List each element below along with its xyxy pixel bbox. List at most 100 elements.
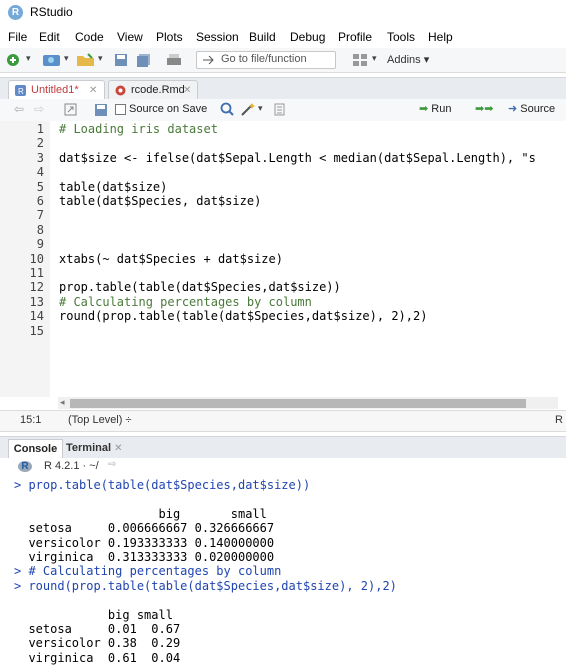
tab-rcode-rmd[interactable]: rcode.Rmd ✕ [108, 80, 198, 100]
menu-plots[interactable]: Plots [156, 30, 183, 44]
tab-terminal[interactable]: Terminal ✕ [66, 439, 122, 458]
code-line[interactable]: table(dat$size) [59, 180, 167, 194]
console-output-line: virginica 0.313333333 0.020000000 [14, 550, 275, 564]
console-output-line: versicolor 0.38 0.29 [14, 636, 181, 651]
line-number: 1 [36, 122, 44, 136]
source-on-save-checkbox[interactable] [115, 104, 126, 115]
rerun-icon[interactable]: ➡➡ [475, 102, 493, 116]
code-line[interactable]: prop.table(table(dat$Species,dat$size)) [59, 280, 341, 294]
chevron-down-icon[interactable]: ▾ [64, 53, 69, 67]
forward-arrow-icon[interactable]: ⇨ [34, 102, 44, 116]
close-icon[interactable]: ✕ [183, 81, 191, 100]
menu-bar: File Edit Code View Plots Session Build … [0, 28, 566, 48]
r-script-icon: R [15, 85, 26, 96]
title-bar: R RStudio [0, 0, 566, 26]
source-on-save-label: Source on Save [129, 103, 208, 115]
line-number: 4 [36, 165, 44, 180]
editor-toolbar: ⇦ ⇨ Source on Save ▾ ➡ Run ➡➡ ➜ Source [0, 99, 566, 122]
menu-build[interactable]: Build [249, 30, 276, 44]
line-number: 9 [36, 237, 44, 252]
window-title: RStudio [30, 5, 73, 19]
r-logo-icon: R [18, 461, 32, 472]
line-number: 11 [29, 266, 44, 280]
console-tab-bar: Console Terminal ✕ [0, 436, 566, 459]
menu-help[interactable]: Help [428, 30, 453, 44]
menu-session[interactable]: Session [196, 30, 239, 44]
save-icon[interactable] [114, 53, 128, 67]
new-file-icon[interactable] [6, 53, 20, 67]
line-number-gutter: 1 2 3 4 5 6 7 8 9 10 11 12 13 14 15 [0, 121, 50, 397]
console-output-line: setosa 0.006666667 0.326666667 [14, 521, 275, 536]
source-label: Source [520, 103, 556, 115]
rstudio-logo-icon: R [8, 5, 23, 20]
menu-view[interactable]: View [117, 30, 143, 44]
chevron-down-icon[interactable]: ▾ [26, 53, 31, 67]
tab-console[interactable]: Console [8, 439, 63, 459]
file-type-selector[interactable]: R [555, 414, 563, 426]
horizontal-scrollbar[interactable]: ◂ [58, 397, 558, 409]
line-number: 3 [36, 150, 44, 165]
goto-file-input[interactable]: Go to file/function [196, 51, 336, 69]
run-arrow-icon: ➡ [419, 103, 429, 115]
addins-menu[interactable]: Addins ▾ [387, 53, 429, 66]
rmarkdown-icon [115, 85, 126, 96]
console-input-line: > prop.table(table(dat$Species,dat$size)… [14, 478, 311, 492]
addins-label: Addins [387, 54, 421, 66]
code-line[interactable]: dat$size <- ifelse(dat$Sepal.Length < me… [59, 151, 536, 165]
print-icon[interactable] [166, 53, 182, 67]
tab-label: rcode.Rmd [131, 84, 185, 96]
open-folder-icon[interactable] [76, 53, 96, 67]
code-editor[interactable]: 1 2 3 4 5 6 7 8 9 10 11 12 13 14 15 # Loading iris dat… [0, 121, 566, 397]
menu-tools[interactable]: Tools [387, 30, 415, 44]
show-in-window-icon[interactable] [64, 103, 78, 117]
back-arrow-icon[interactable]: ⇦ [14, 102, 24, 116]
grid-layout-icon[interactable] [352, 53, 368, 67]
source-button[interactable]: ➜ Source [508, 102, 555, 115]
menu-file[interactable]: File [8, 30, 27, 44]
main-toolbar: ▾ ▾ ▾ Go to file/function ▾ Addins ▾ [0, 48, 566, 73]
chevron-down-icon[interactable]: ▾ [372, 53, 377, 67]
code-comment-line[interactable]: # Calculating percentages by column [59, 295, 312, 309]
console-output-line: setosa 0.01 0.67 [14, 622, 181, 636]
code-line[interactable]: xtabs(~ dat$Species + dat$size) [59, 252, 283, 266]
close-icon[interactable]: ✕ [89, 81, 97, 100]
code-line[interactable]: table(dat$Species, dat$size) [59, 194, 261, 208]
svg-text:R: R [18, 87, 24, 96]
scrollbar-thumb[interactable] [70, 399, 526, 408]
new-project-icon[interactable] [42, 53, 62, 67]
code-comment-line[interactable]: # Loading iris dataset [59, 122, 218, 136]
go-to-directory-icon[interactable]: ⇨ [108, 459, 116, 470]
save-icon[interactable] [94, 103, 108, 117]
search-icon[interactable] [220, 102, 234, 116]
code-line[interactable]: round(prop.table(table(dat$Species,dat$s… [59, 309, 427, 323]
arrow-right-icon [203, 55, 214, 65]
chevron-down-icon[interactable]: ▾ [98, 53, 103, 67]
menu-code[interactable]: Code [75, 30, 104, 44]
goto-placeholder: Go to file/function [221, 53, 307, 65]
line-number: 5 [36, 179, 44, 194]
console-output[interactable]: > prop.table(table(dat$Species,dat$size)… [0, 476, 566, 665]
scope-selector[interactable]: (Top Level) ÷ [68, 414, 132, 426]
document-outline-icon[interactable] [274, 103, 286, 117]
r-version: R 4.2.1 · ~/ [44, 460, 99, 472]
line-number: 15 [29, 323, 44, 338]
chevron-down-icon[interactable]: ▾ [258, 103, 263, 117]
line-number: 8 [36, 222, 44, 237]
tab-label: Untitled1* [31, 84, 79, 96]
save-all-icon[interactable] [136, 53, 152, 67]
menu-profile[interactable]: Profile [338, 30, 372, 44]
menu-debug[interactable]: Debug [290, 30, 325, 44]
line-number: 6 [36, 194, 44, 208]
menu-edit[interactable]: Edit [39, 30, 60, 44]
scroll-left-icon[interactable]: ◂ [60, 397, 65, 408]
magic-wand-icon[interactable] [240, 102, 256, 116]
editor-status-bar: 15:1 (Top Level) ÷ R [0, 410, 566, 432]
run-label: Run [431, 103, 452, 115]
line-number: 2 [36, 136, 44, 151]
terminal-label: Terminal [66, 442, 112, 454]
run-button[interactable]: ➡ Run [419, 102, 451, 115]
close-icon[interactable]: ✕ [114, 443, 122, 454]
tab-untitled1[interactable]: R Untitled1* ✕ [8, 80, 105, 100]
console-input-line: > # Calculating percentages by column [14, 564, 282, 579]
line-number: 10 [29, 251, 44, 266]
